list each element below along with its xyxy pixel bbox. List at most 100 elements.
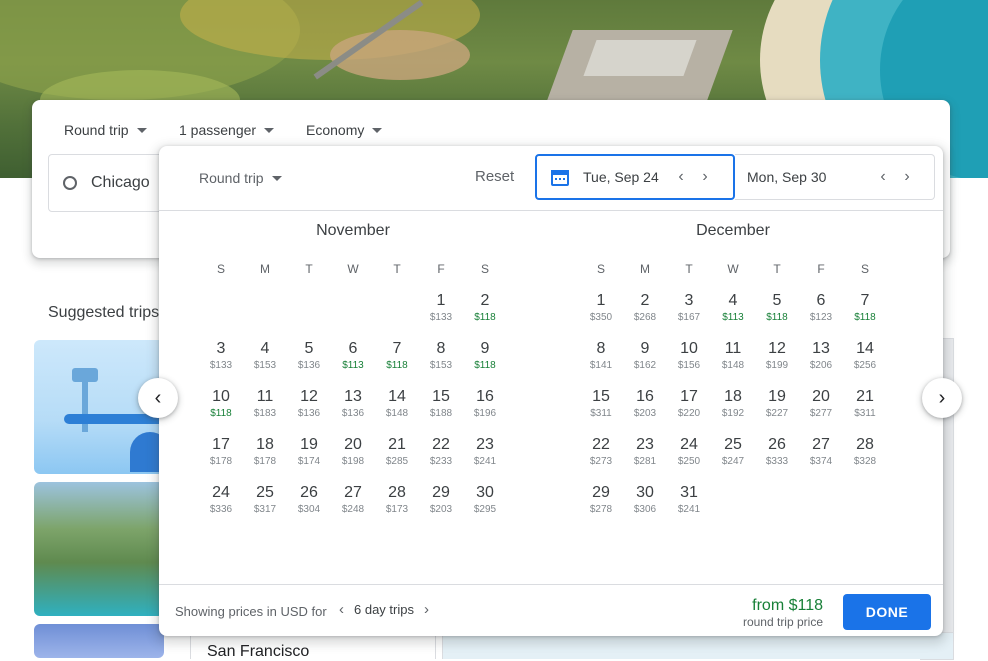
empty-cell: [331, 292, 375, 340]
day-cell[interactable]: 20 $277: [799, 388, 843, 436]
day-cell[interactable]: 11 $148: [711, 340, 755, 388]
day-cell[interactable]: 1 $350: [579, 292, 623, 340]
day-cell[interactable]: 2 $268: [623, 292, 667, 340]
day-cell[interactable]: 26 $304: [287, 484, 331, 532]
day-cell[interactable]: 8 $153: [419, 340, 463, 388]
day-cell[interactable]: 22 $233: [419, 436, 463, 484]
day-cell[interactable]: 31 $241: [667, 484, 711, 532]
return-date-field[interactable]: Mon, Sep 30 ‹ ›: [735, 154, 935, 200]
day-cell[interactable]: 7 $118: [843, 292, 887, 340]
reset-button[interactable]: Reset: [475, 168, 514, 185]
next-month-button[interactable]: ›: [922, 378, 962, 418]
day-cell[interactable]: 21 $311: [843, 388, 887, 436]
day-cell[interactable]: 10 $156: [667, 340, 711, 388]
day-cell[interactable]: 12 $199: [755, 340, 799, 388]
chevron-left-icon[interactable]: ‹: [669, 168, 693, 186]
chevron-left-icon: ‹: [154, 386, 162, 409]
day-number: 7: [860, 292, 870, 309]
weekday-header: SMTWTFS: [199, 262, 507, 276]
day-cell[interactable]: 17 $178: [199, 436, 243, 484]
day-cell[interactable]: 15 $188: [419, 388, 463, 436]
day-cell[interactable]: 10 $118: [199, 388, 243, 436]
day-price: $203: [633, 408, 657, 419]
day-number: 1: [596, 292, 606, 309]
price-summary: from $118 round trip price: [743, 597, 823, 629]
day-cell[interactable]: 13 $136: [331, 388, 375, 436]
day-price: $148: [721, 360, 745, 371]
chevron-right-icon[interactable]: ›: [693, 168, 717, 186]
chevron-right-icon[interactable]: ›: [895, 168, 919, 186]
day-cell[interactable]: 25 $317: [243, 484, 287, 532]
departure-date-field[interactable]: Tue, Sep 24 ‹ ›: [535, 154, 735, 200]
day-price: $350: [589, 312, 613, 323]
caret-down-icon: [136, 127, 147, 133]
day-cell[interactable]: 13 $206: [799, 340, 843, 388]
day-cell[interactable]: 29 $203: [419, 484, 463, 532]
day-cell[interactable]: 30 $306: [623, 484, 667, 532]
day-cell[interactable]: 1 $133: [419, 292, 463, 340]
day-cell[interactable]: 3 $133: [199, 340, 243, 388]
day-cell[interactable]: 15 $311: [579, 388, 623, 436]
date-picker-footer: Showing prices in USD for ‹ 6 day trips …: [159, 584, 943, 637]
day-cell[interactable]: 18 $192: [711, 388, 755, 436]
day-cell[interactable]: 25 $247: [711, 436, 755, 484]
day-cell[interactable]: 19 $227: [755, 388, 799, 436]
day-price: $241: [473, 456, 497, 467]
day-cell[interactable]: 30 $295: [463, 484, 507, 532]
caret-down-icon: [271, 175, 282, 181]
day-cell[interactable]: 11 $183: [243, 388, 287, 436]
day-price: $317: [253, 504, 277, 515]
day-cell[interactable]: 28 $328: [843, 436, 887, 484]
day-cell[interactable]: 16 $203: [623, 388, 667, 436]
day-price: $295: [473, 504, 497, 515]
day-cell[interactable]: 27 $248: [331, 484, 375, 532]
chevron-left-icon[interactable]: ‹: [339, 601, 344, 618]
day-cell[interactable]: 8 $141: [579, 340, 623, 388]
passenger-select[interactable]: 1 passenger: [179, 122, 275, 138]
day-cell[interactable]: 18 $178: [243, 436, 287, 484]
day-number: 18: [256, 436, 274, 453]
chevron-right-icon[interactable]: ›: [424, 601, 429, 618]
day-cell[interactable]: 26 $333: [755, 436, 799, 484]
previous-month-button[interactable]: ‹: [138, 378, 178, 418]
day-cell[interactable]: 19 $174: [287, 436, 331, 484]
day-cell[interactable]: 14 $256: [843, 340, 887, 388]
day-cell[interactable]: 12 $136: [287, 388, 331, 436]
day-cell[interactable]: 17 $220: [667, 388, 711, 436]
day-cell[interactable]: 16 $196: [463, 388, 507, 436]
cabin-select[interactable]: Economy: [306, 122, 383, 138]
day-cell[interactable]: 3 $167: [667, 292, 711, 340]
day-cell[interactable]: 4 $153: [243, 340, 287, 388]
done-button[interactable]: DONE: [843, 594, 931, 630]
day-number: 4: [260, 340, 270, 357]
day-cell[interactable]: 5 $136: [287, 340, 331, 388]
day-cell[interactable]: 7 $118: [375, 340, 419, 388]
day-cell[interactable]: 9 $162: [623, 340, 667, 388]
day-cell[interactable]: 23 $281: [623, 436, 667, 484]
day-cell[interactable]: 6 $113: [331, 340, 375, 388]
day-cell[interactable]: 2 $118: [463, 292, 507, 340]
day-cell[interactable]: 20 $198: [331, 436, 375, 484]
day-number: 11: [724, 340, 742, 357]
day-number: 26: [768, 436, 786, 453]
day-number: 23: [476, 436, 494, 453]
day-cell[interactable]: 23 $241: [463, 436, 507, 484]
day-number: 16: [636, 388, 654, 405]
day-cell[interactable]: 6 $123: [799, 292, 843, 340]
day-cell[interactable]: 4 $113: [711, 292, 755, 340]
day-cell[interactable]: 29 $278: [579, 484, 623, 532]
day-cell[interactable]: 24 $250: [667, 436, 711, 484]
day-cell[interactable]: 5 $118: [755, 292, 799, 340]
trip-type-select[interactable]: Round trip: [64, 122, 147, 138]
day-number: 26: [300, 484, 318, 501]
day-cell[interactable]: 21 $285: [375, 436, 419, 484]
day-cell[interactable]: 28 $173: [375, 484, 419, 532]
day-cell[interactable]: 9 $118: [463, 340, 507, 388]
day-cell[interactable]: 27 $374: [799, 436, 843, 484]
day-cell[interactable]: 22 $273: [579, 436, 623, 484]
picker-trip-type-select[interactable]: Round trip: [199, 170, 282, 186]
chevron-left-icon[interactable]: ‹: [871, 168, 895, 186]
day-number: 31: [680, 484, 698, 501]
day-cell[interactable]: 14 $148: [375, 388, 419, 436]
day-cell[interactable]: 24 $336: [199, 484, 243, 532]
